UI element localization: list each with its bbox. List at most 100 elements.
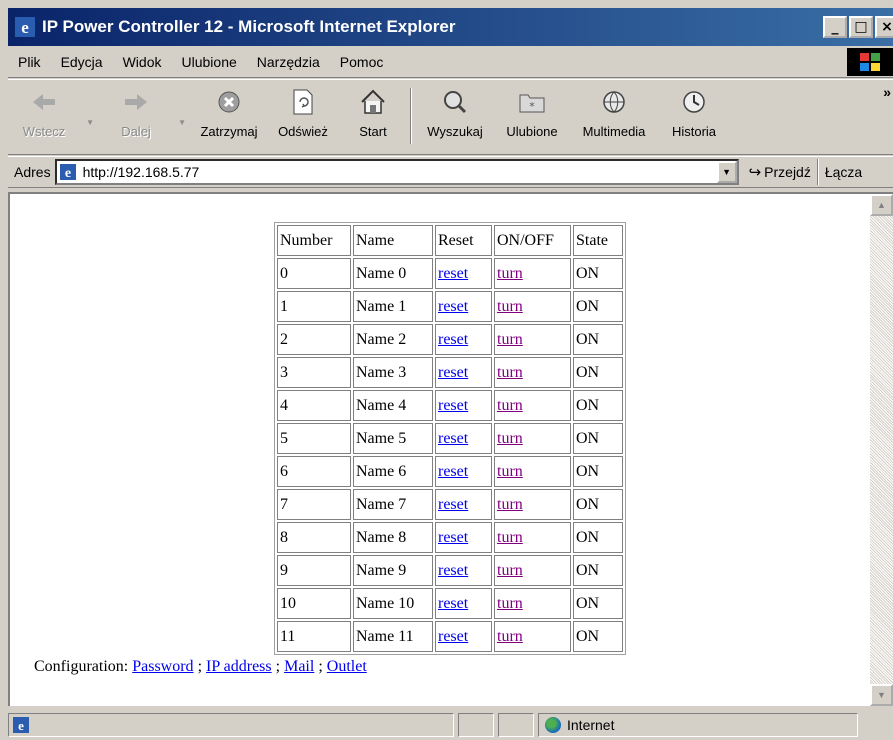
stop-icon: [213, 86, 245, 118]
menu-edit[interactable]: Edycja: [51, 54, 113, 70]
outlet-name: Name 8: [353, 522, 433, 553]
internet-globe-icon: [545, 717, 561, 733]
scroll-up-icon[interactable]: ▲: [870, 194, 893, 216]
reset-link[interactable]: reset: [438, 298, 468, 315]
reset-link[interactable]: reset: [438, 397, 468, 414]
reset-cell: reset: [435, 390, 492, 421]
turn-link[interactable]: turn: [497, 529, 523, 546]
outlet-name: Name 3: [353, 357, 433, 388]
table-row: 10 Name 10 reset turn ON: [277, 588, 623, 619]
links-button[interactable]: Łącza: [825, 164, 862, 180]
forward-dropdown-icon[interactable]: ▼: [178, 118, 186, 127]
outlet-link[interactable]: Outlet: [327, 658, 367, 675]
favorites-folder-icon: *: [516, 86, 548, 118]
status-pane: [498, 713, 534, 737]
turn-link[interactable]: turn: [497, 331, 523, 348]
turn-link[interactable]: turn: [497, 364, 523, 381]
outlet-name: Name 11: [353, 621, 433, 652]
stop-button[interactable]: Zatrzymaj: [192, 86, 266, 150]
turn-link[interactable]: turn: [497, 562, 523, 579]
ip-address-link[interactable]: IP address: [206, 658, 272, 675]
address-dropdown-icon[interactable]: ▼: [716, 161, 737, 183]
menu-tools[interactable]: Narzędzia: [247, 54, 330, 70]
go-arrow-icon: ↪: [748, 164, 762, 181]
back-button[interactable]: Wstecz ▼: [8, 86, 94, 150]
onoff-cell: turn: [494, 324, 571, 355]
turn-link[interactable]: turn: [497, 595, 523, 612]
menu-view[interactable]: Widok: [113, 54, 172, 70]
table-header-row: Number Name Reset ON/OFF State: [277, 225, 623, 256]
svg-text:e: e: [18, 718, 24, 733]
menu-favorites[interactable]: Ulubione: [172, 54, 247, 70]
history-button[interactable]: Historia: [656, 86, 732, 150]
onoff-cell: turn: [494, 423, 571, 454]
scroll-down-icon[interactable]: ▼: [870, 684, 893, 706]
outlet-state: ON: [573, 588, 623, 619]
reset-cell: reset: [435, 588, 492, 619]
reset-link[interactable]: reset: [438, 595, 468, 612]
home-button[interactable]: Start: [342, 86, 404, 150]
zone-label: Internet: [567, 717, 615, 733]
outlet-table: Number Name Reset ON/OFF State 0 Name 0 re…: [274, 222, 626, 655]
outlet-name: Name 7: [353, 489, 433, 520]
reset-link[interactable]: reset: [438, 265, 468, 282]
status-bar: e Internet: [8, 710, 893, 740]
reset-link[interactable]: reset: [438, 430, 468, 447]
forward-button[interactable]: Dalej ▼: [100, 86, 186, 150]
reset-cell: reset: [435, 489, 492, 520]
onoff-cell: turn: [494, 258, 571, 289]
maximize-button[interactable]: □: [849, 16, 873, 38]
minimize-button[interactable]: _: [823, 16, 847, 38]
reset-link[interactable]: reset: [438, 331, 468, 348]
address-input[interactable]: e http://192.168.5.77 ▼: [54, 159, 739, 185]
title-bar[interactable]: e IP Power Controller 12 - Microsoft Int…: [8, 8, 893, 46]
reset-link[interactable]: reset: [438, 463, 468, 480]
svg-text:e: e: [64, 166, 70, 181]
menu-help[interactable]: Pomoc: [330, 54, 394, 70]
table-row: 6 Name 6 reset turn ON: [277, 456, 623, 487]
turn-link[interactable]: turn: [497, 496, 523, 513]
toolbar-more-chevron-icon[interactable]: »: [883, 84, 891, 100]
header-state: State: [573, 225, 623, 256]
search-button[interactable]: Wyszukaj: [418, 86, 492, 150]
turn-link[interactable]: turn: [497, 628, 523, 645]
turn-link[interactable]: turn: [497, 397, 523, 414]
status-pane: [458, 713, 494, 737]
windows-logo-icon: [847, 48, 893, 76]
close-button[interactable]: ×: [875, 16, 893, 38]
go-button[interactable]: ↪ Przejdź: [749, 163, 811, 181]
menu-file[interactable]: Plik: [8, 54, 51, 70]
turn-link[interactable]: turn: [497, 298, 523, 315]
outlet-name: Name 9: [353, 555, 433, 586]
reset-link[interactable]: reset: [438, 529, 468, 546]
reset-link[interactable]: reset: [438, 496, 468, 513]
media-button[interactable]: Multimedia: [572, 86, 656, 150]
browser-window: e IP Power Controller 12 - Microsoft Int…: [0, 0, 893, 740]
turn-link[interactable]: turn: [497, 463, 523, 480]
turn-link[interactable]: turn: [497, 265, 523, 282]
refresh-button[interactable]: Odśwież: [270, 86, 336, 150]
onoff-cell: turn: [494, 456, 571, 487]
password-link[interactable]: Password: [132, 658, 193, 675]
reset-link[interactable]: reset: [438, 628, 468, 645]
outlet-number: 7: [277, 489, 351, 520]
back-dropdown-icon[interactable]: ▼: [86, 118, 94, 127]
turn-link[interactable]: turn: [497, 430, 523, 447]
status-zone-pane: Internet: [538, 713, 858, 737]
internet-explorer-icon: e: [15, 17, 35, 37]
favorites-button[interactable]: * Ulubione: [492, 86, 572, 150]
history-clock-icon: [678, 86, 710, 118]
table-row: 11 Name 11 reset turn ON: [277, 621, 623, 652]
reset-cell: reset: [435, 621, 492, 652]
mail-link[interactable]: Mail: [284, 658, 314, 675]
outlet-state: ON: [573, 456, 623, 487]
vertical-scrollbar[interactable]: ▲ ▼: [870, 192, 893, 706]
outlet-name: Name 6: [353, 456, 433, 487]
search-icon: [439, 86, 471, 118]
table-row: 8 Name 8 reset turn ON: [277, 522, 623, 553]
reset-link[interactable]: reset: [438, 364, 468, 381]
reset-cell: reset: [435, 522, 492, 553]
address-url: http://192.168.5.77: [82, 164, 200, 180]
reset-link[interactable]: reset: [438, 562, 468, 579]
toolbar-separator: [410, 88, 412, 144]
